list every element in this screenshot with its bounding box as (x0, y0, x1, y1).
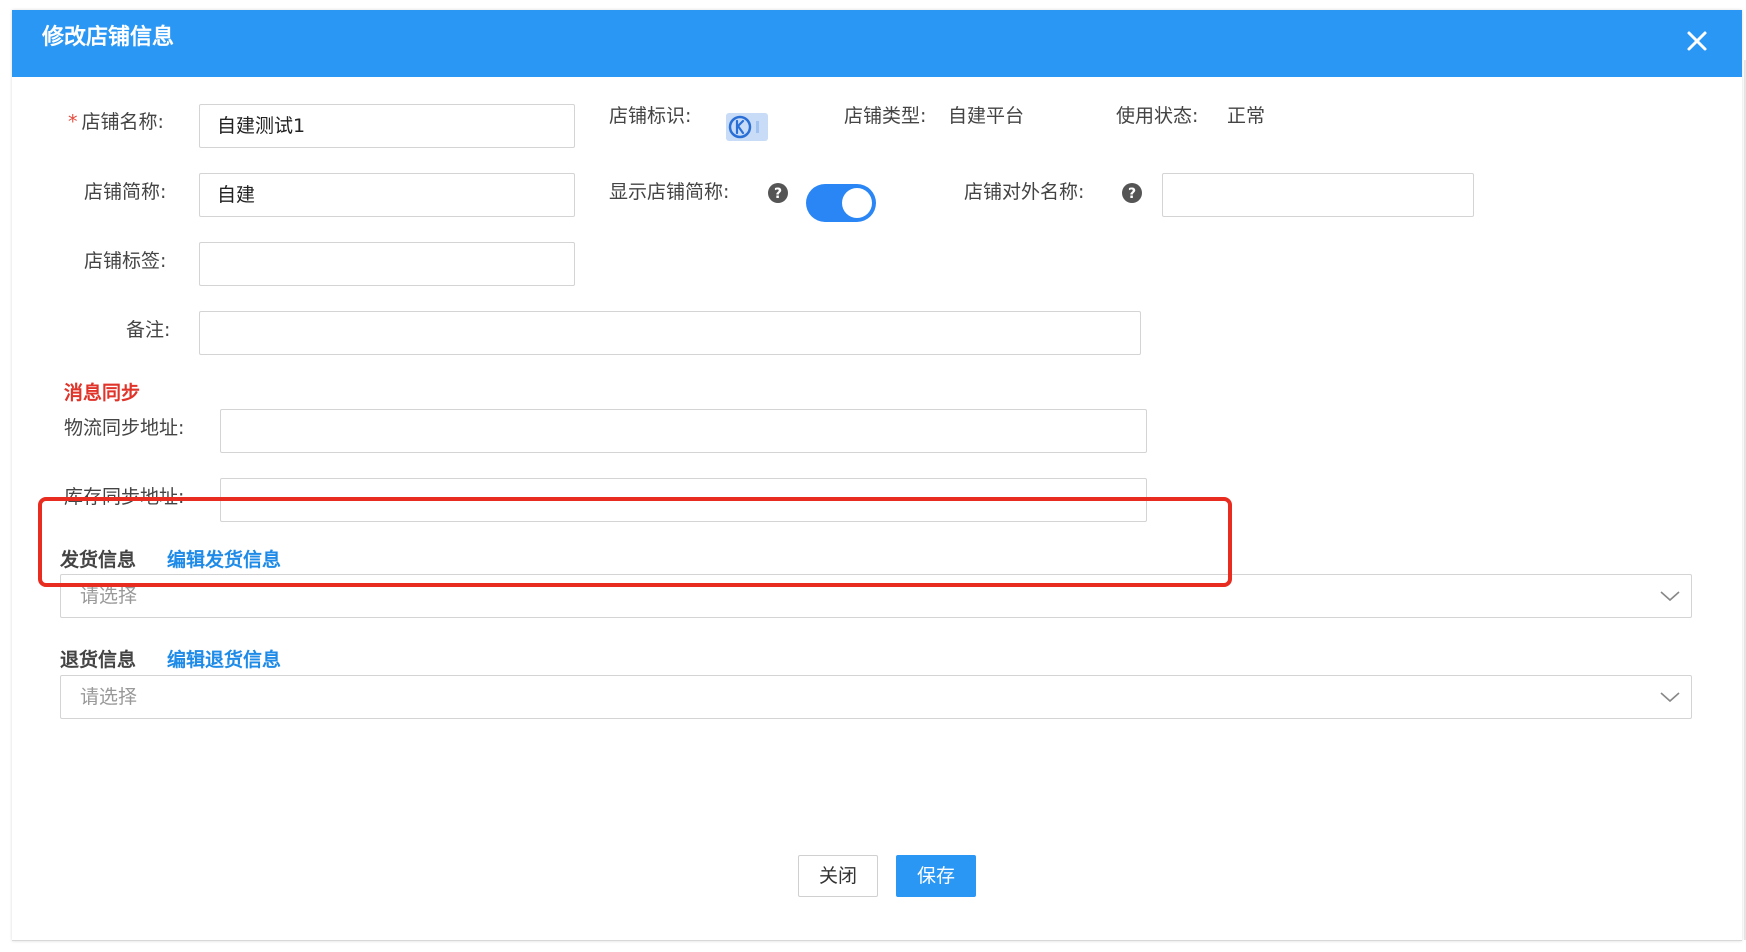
logistics-url-input[interactable] (220, 409, 1147, 453)
logistics-url-label: 物流同步地址: (64, 417, 185, 439)
shop-name-label: * 店铺名称: (68, 111, 164, 133)
shop-tags-label: 店铺标签: (84, 250, 167, 272)
save-button[interactable]: 保存 (896, 855, 976, 897)
edit-shop-dialog: 修改店铺信息 * 店铺名称: 自建测试1 店铺标识: 店铺类型: 自建平台 使用状… (12, 10, 1742, 941)
shop-mark-label: 店铺标识: (609, 105, 692, 127)
close-icon[interactable] (1680, 24, 1714, 58)
chevron-down-icon (1660, 591, 1680, 602)
question-circle-icon[interactable]: ? (767, 182, 789, 204)
close-button[interactable]: 关闭 (798, 855, 878, 897)
question-circle-icon[interactable]: ? (1121, 182, 1143, 204)
toggle-knob (842, 188, 872, 218)
shop-tags-input[interactable] (199, 242, 575, 286)
shop-short-name-label: 店铺简称: (84, 181, 167, 203)
annotation-highlight-box (38, 497, 1232, 587)
return-info-select[interactable]: 请选择 (60, 675, 1692, 719)
status-label: 使用状态: (1116, 105, 1199, 127)
edit-return-info-link[interactable]: 编辑退货信息 (167, 648, 281, 672)
shop-type-label: 店铺类型: (844, 105, 927, 127)
dialog-title: 修改店铺信息 (42, 25, 175, 50)
dialog-header: 修改店铺信息 (12, 10, 1742, 77)
chevron-down-icon (1660, 692, 1680, 703)
show-short-name-label: 显示店铺简称: (609, 181, 730, 203)
required-mark: * (68, 111, 78, 133)
status-value: 正常 (1227, 105, 1266, 127)
select-placeholder: 请选择 (80, 585, 138, 607)
shop-type-value: 自建平台 (948, 105, 1025, 127)
remark-label: 备注: (126, 319, 171, 341)
select-placeholder: 请选择 (80, 686, 138, 708)
svg-text:?: ? (774, 186, 782, 202)
svg-text:?: ? (1128, 186, 1136, 202)
return-info-title: 退货信息 (60, 649, 137, 671)
shop-name-input[interactable]: 自建测试1 (199, 104, 575, 148)
external-name-input[interactable] (1162, 173, 1474, 217)
platform-logo-icon (726, 113, 768, 141)
show-short-name-toggle[interactable] (806, 184, 876, 222)
remark-input[interactable] (199, 311, 1141, 355)
external-name-label: 店铺对外名称: (964, 181, 1085, 203)
shop-short-name-input[interactable]: 自建 (199, 173, 575, 217)
message-sync-title: 消息同步 (64, 382, 141, 404)
